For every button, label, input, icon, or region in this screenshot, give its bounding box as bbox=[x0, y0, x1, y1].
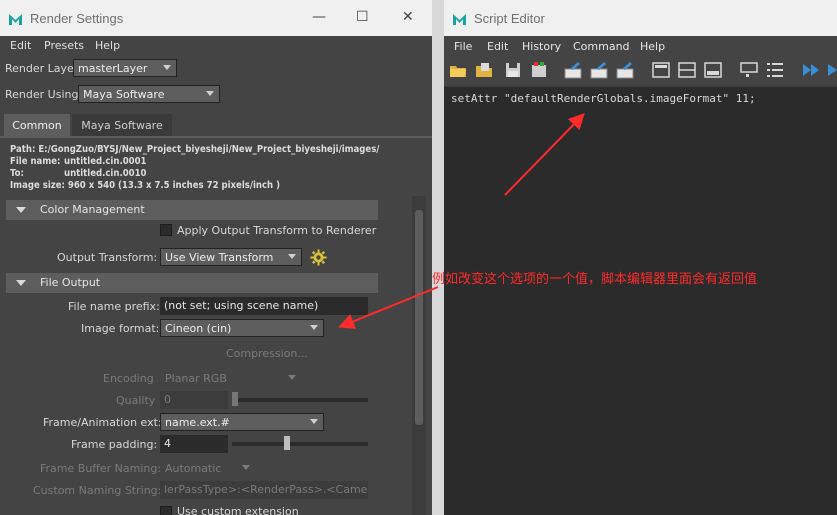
arrow-to-script-line bbox=[504, 113, 585, 196]
arrow-to-image-format bbox=[338, 286, 439, 329]
annotation-arrows bbox=[338, 113, 585, 329]
annotation-text: 例如改变这个选项的一个值，脚本编辑器里面会有返回值 bbox=[432, 272, 758, 287]
